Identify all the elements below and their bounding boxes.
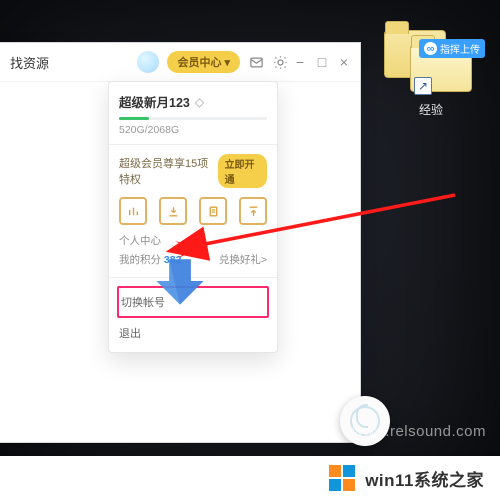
brand-bar: win11系统之家 (0, 456, 500, 500)
brand-text: win11系统之家 (365, 466, 484, 491)
open-vip-button[interactable]: 立即开通 (218, 154, 267, 188)
personal-center-link[interactable]: 个人中心 (119, 231, 267, 250)
redeem-link[interactable]: 兑换好礼> (219, 252, 267, 267)
doc-icon[interactable] (199, 197, 227, 225)
diamond-icon: ◇ (195, 95, 204, 109)
window-title: 找资源 (10, 53, 49, 72)
account-username-row: 超级新月123 ◇ (119, 92, 267, 111)
window-body: 超级新月123 ◇ 520G/2068G 超级会员尊享15项特权 立即开通 个人… (0, 82, 360, 442)
vip-center-label: 会员中心 (177, 54, 221, 70)
folder-badge: ∞ 指挥上传 (419, 39, 485, 58)
watermark-text: www.relsound.com (352, 423, 486, 440)
download-icon[interactable] (159, 197, 187, 225)
account-dropdown: 超级新月123 ◇ 520G/2068G 超级会员尊享15项特权 立即开通 个人… (108, 81, 278, 353)
shortcut-icon: ↗ (414, 77, 432, 95)
window-maximize[interactable]: □ (316, 55, 328, 69)
account-username: 超级新月123 (119, 92, 190, 111)
storage-bar (119, 117, 267, 120)
privilege-row: 超级会员尊享15项特权 立即开通 (119, 153, 267, 189)
folder-badge-label: 指挥上传 (440, 41, 480, 56)
download-illustration-icon (151, 252, 209, 310)
mail-icon[interactable] (248, 54, 264, 70)
app-window: 找资源 会员中心 ▾ − □ × 超级新月123 ◇ (0, 42, 361, 443)
divider (109, 144, 277, 145)
folder-icon: ∞ 指挥上传 ↗ (410, 44, 472, 92)
chevron-down-icon: ▾ (224, 56, 230, 69)
stats-icon[interactable] (119, 197, 147, 225)
bell-icon[interactable] (272, 54, 288, 70)
storage-quota: 520G/2068G (119, 124, 267, 136)
privilege-icons (119, 197, 267, 225)
upload-icon[interactable] (239, 197, 267, 225)
window-minimize[interactable]: − (294, 55, 306, 69)
brand-logo-icon (329, 465, 355, 491)
vip-center-pill[interactable]: 会员中心 ▾ (167, 51, 240, 73)
privilege-text: 超级会员尊享15项特权 (119, 155, 218, 187)
window-close[interactable]: × (338, 55, 350, 69)
titlebar: 找资源 会员中心 ▾ − □ × (0, 43, 360, 82)
avatar[interactable] (137, 51, 159, 73)
folder-label: 经验 (376, 101, 486, 118)
infinity-icon: ∞ (424, 42, 437, 55)
logout-item[interactable]: 退出 (119, 320, 267, 346)
